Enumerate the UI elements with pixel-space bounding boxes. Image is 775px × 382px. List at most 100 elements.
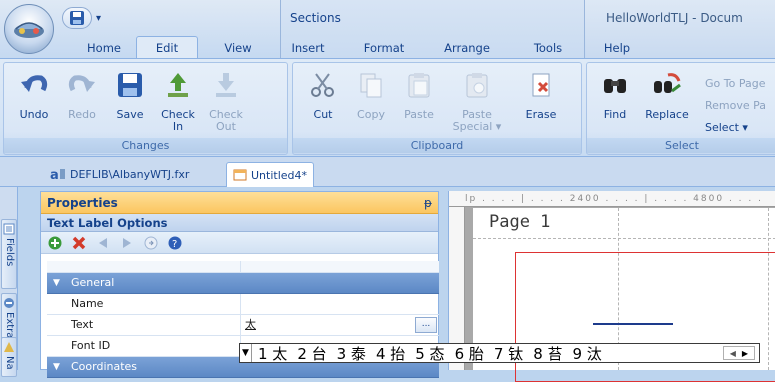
copy-button[interactable]: Copy [349, 65, 393, 137]
erase-label: Erase [525, 108, 557, 121]
category-general[interactable]: ▼ General [47, 273, 439, 294]
grid-blank-row [47, 261, 439, 273]
property-row-name[interactable]: Name [47, 294, 439, 315]
fields-icon [3, 223, 15, 235]
undo-label: Undo [19, 108, 49, 121]
tab-insert[interactable]: Insert [280, 38, 336, 58]
cut-button[interactable]: Cut [301, 65, 345, 137]
property-text-input[interactable]: 太 [245, 318, 256, 331]
horizontal-ruler: lp . . . . | . . . . 2400 . . . . | . . … [449, 191, 775, 207]
ime-next-page-icon[interactable]: ▶ [742, 349, 748, 358]
tab-tools[interactable]: Tools [520, 38, 576, 58]
find-button[interactable]: Find [593, 65, 637, 137]
side-tab-na[interactable]: Na [1, 337, 17, 377]
copy-icon [355, 69, 387, 101]
side-tab-fields-label: Fields [4, 238, 15, 267]
doc-tab-untitled4-label: Untitled4* [251, 168, 308, 182]
erase-button[interactable]: Erase [519, 65, 563, 137]
go-to-page-button[interactable]: Go To Page [705, 77, 765, 90]
tab-help[interactable]: Help [592, 38, 642, 58]
property-name-value[interactable] [241, 294, 439, 314]
ellipsis-button[interactable]: ... [415, 317, 437, 333]
ime-candidate[interactable]: 1 太 [258, 343, 287, 364]
next-icon[interactable] [119, 235, 135, 251]
ime-prev-page-icon[interactable]: ◀ [730, 349, 736, 358]
ime-candidate[interactable]: 5 态 [415, 343, 444, 364]
selected-text-label[interactable] [593, 323, 673, 325]
properties-title: Properties [47, 195, 118, 210]
select-dropdown-button[interactable]: Select ▾ [705, 121, 748, 134]
remove-page-button[interactable]: Remove Pa [705, 99, 766, 112]
paste-special-icon [461, 69, 493, 101]
redo-button[interactable]: Redo [60, 65, 104, 137]
add-icon[interactable] [47, 235, 63, 251]
ime-expand-icon[interactable]: ▼ [240, 344, 252, 362]
tab-view[interactable]: View [210, 38, 266, 58]
tab-format[interactable]: Format [352, 38, 416, 58]
property-row-text[interactable]: Text 太 ... [47, 315, 439, 336]
paste-button[interactable]: Paste [397, 65, 441, 137]
cut-icon [307, 69, 339, 101]
ime-candidate[interactable]: 6 胎 [455, 343, 484, 364]
redo-label: Redo [68, 108, 96, 121]
check-in-button[interactable]: Check In [156, 65, 200, 137]
guide-line [473, 238, 775, 239]
category-general-cell: ▼ General [47, 273, 439, 293]
ime-candidate[interactable]: 4 抬 [376, 343, 405, 364]
tab-home[interactable]: Home [72, 38, 136, 58]
select-group: Find Replace Go To Page Remove Pa Select… [586, 62, 775, 155]
app-logo-icon [14, 22, 44, 38]
save-button[interactable]: Save [108, 65, 152, 137]
erase-icon [525, 69, 557, 101]
ime-candidate[interactable]: 3 泰 [337, 343, 366, 364]
ime-candidate[interactable]: 9 汰 [573, 343, 602, 364]
tab-edit[interactable]: Edit [136, 36, 198, 59]
save-label: Save [116, 108, 144, 121]
find-icon [599, 69, 631, 101]
pin-icon[interactable]: ᵽ [424, 196, 432, 210]
check-in-icon [162, 69, 194, 101]
clipboard-group: Cut Copy Paste Paste Special ▾ Erase Cli… [292, 62, 582, 155]
changes-group: Undo Redo Save Check In Check Out Change… [3, 62, 288, 155]
qat-save-button[interactable] [62, 7, 92, 29]
check-out-button[interactable]: Check Out [204, 65, 248, 137]
svg-text:a: a [50, 168, 59, 181]
select-group-label: Select [587, 138, 775, 153]
category-coordinates-label: Coordinates [71, 360, 138, 373]
blank-value-cell [241, 261, 439, 272]
properties-subtitle: Text Label Options [41, 214, 438, 232]
side-tab-fields[interactable]: Fields [1, 219, 17, 289]
tab-arrange[interactable]: Arrange [432, 38, 502, 58]
properties-header: Properties ᵽ [41, 192, 438, 214]
check-out-icon [210, 69, 242, 101]
collapse-icon[interactable]: ▼ [53, 357, 60, 377]
application-menu-button[interactable] [4, 4, 54, 54]
replace-button[interactable]: Replace [643, 65, 691, 137]
navigator-icon [4, 342, 14, 352]
ime-candidate[interactable]: 7 钛 [494, 343, 523, 364]
paste-special-button[interactable]: Paste Special ▾ [451, 65, 503, 137]
property-name-label: Name [47, 294, 241, 314]
window-title: HelloWorldTLJ - Docum [606, 11, 743, 25]
doc-tab-untitled4[interactable]: Untitled4* [226, 162, 315, 187]
check-out-label: Check Out [209, 108, 243, 133]
ime-candidate[interactable]: 2 台 [297, 343, 326, 364]
side-tab-strip: Fields Extract Na [0, 187, 18, 377]
quick-access-toolbar: ▾ [62, 6, 101, 30]
collapse-icon[interactable]: ▼ [53, 273, 60, 293]
property-text-value[interactable]: 太 ... [241, 315, 439, 335]
title-bar: ▾ Sections HelloWorldTLJ - Docum Home Ed… [0, 0, 775, 59]
doc-tab-albanywtj[interactable]: a DEFLIB\AlbanyWTJ.fxr [44, 163, 195, 185]
cut-label: Cut [313, 108, 333, 121]
undo-button[interactable]: Undo [12, 65, 56, 137]
info-icon[interactable] [143, 235, 159, 251]
previous-icon[interactable] [95, 235, 111, 251]
replace-label: Replace [645, 108, 689, 121]
help-icon[interactable]: ? [167, 235, 183, 251]
ime-candidate[interactable]: 8 苔 [533, 343, 562, 364]
document-icon [233, 169, 247, 181]
qat-customize-dropdown[interactable]: ▾ [96, 13, 101, 24]
delete-icon[interactable] [71, 235, 87, 251]
paste-label: Paste [404, 108, 434, 121]
page-label: Page 1 [489, 212, 551, 232]
